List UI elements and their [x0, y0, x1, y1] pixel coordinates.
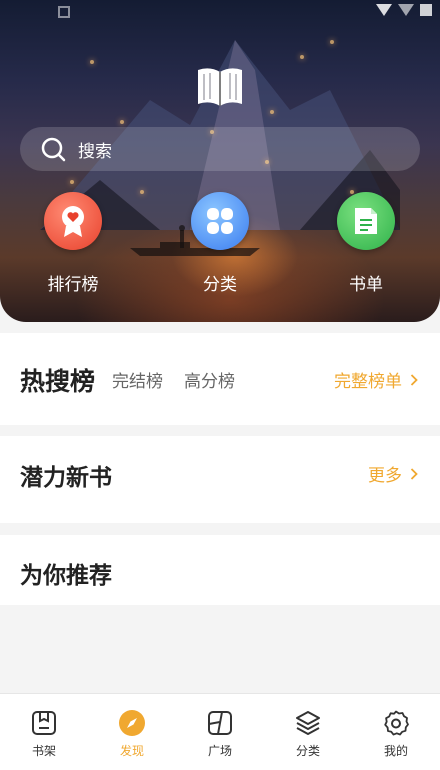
nav-discover-label: 发现	[119, 744, 144, 758]
tab-top-rated[interactable]: 高分榜	[184, 367, 235, 392]
potential-books-title: 潜力新书	[20, 465, 112, 491]
ranking-badge-icon	[44, 192, 102, 250]
status-indicator-icon	[58, 6, 70, 18]
nav-bookshelf-label: 书架	[31, 744, 56, 758]
search-bar[interactable]: 搜索	[20, 127, 420, 171]
nav-category[interactable]: 分类	[264, 694, 352, 770]
nav-category-label: 分类	[295, 744, 320, 758]
more-link[interactable]: 更多	[368, 461, 418, 486]
potential-books-section: 潜力新书 更多	[0, 436, 440, 523]
category-label: 分类	[203, 275, 237, 295]
battery-icon	[420, 4, 432, 16]
status-bar-icons	[376, 4, 432, 16]
booklist-label: 书单	[349, 275, 383, 295]
nav-plaza-label: 广场	[207, 744, 232, 758]
full-ranking-label: 完整榜单	[334, 372, 402, 392]
booklist-shortcut[interactable]: 书单	[326, 192, 406, 295]
gear-icon	[384, 710, 409, 736]
recommend-section: 为你推荐	[0, 535, 440, 605]
nav-plaza[interactable]: 广场	[176, 694, 264, 770]
hot-search-title[interactable]: 热搜榜	[20, 362, 95, 398]
chevron-right-icon	[410, 467, 418, 480]
square-icon	[208, 711, 232, 735]
nav-discover[interactable]: 发现	[88, 694, 176, 770]
chevron-right-icon	[410, 373, 418, 386]
more-label: 更多	[368, 466, 402, 486]
ranking-shortcut[interactable]: 排行榜	[33, 192, 113, 295]
full-ranking-link[interactable]: 完整榜单	[334, 367, 418, 392]
signal-icon	[398, 4, 414, 16]
compass-icon	[119, 710, 145, 736]
tab-completed[interactable]: 完结榜	[112, 367, 163, 392]
nav-bookshelf[interactable]: 书架	[0, 694, 88, 770]
category-grid-icon	[191, 192, 249, 250]
nav-mine-label: 我的	[383, 744, 408, 758]
layers-icon	[296, 711, 320, 735]
search-placeholder: 搜索	[78, 141, 112, 162]
wifi-icon	[376, 4, 392, 16]
category-shortcut[interactable]: 分类	[180, 192, 260, 295]
bookshelf-icon	[32, 711, 56, 735]
search-icon	[41, 137, 66, 162]
nav-mine[interactable]: 我的	[352, 694, 440, 770]
open-book-logo-icon	[198, 68, 242, 106]
bottom-navigation: 书架 发现 广场 分类 我的	[0, 693, 440, 770]
hero-banner: 搜索 排行榜 分类 书单	[0, 0, 440, 322]
ranking-label: 排行榜	[47, 275, 99, 295]
hot-search-section: 热搜榜 完结榜 高分榜 完整榜单	[0, 333, 440, 425]
book-list-icon	[337, 192, 395, 250]
recommend-title: 为你推荐	[20, 563, 112, 589]
